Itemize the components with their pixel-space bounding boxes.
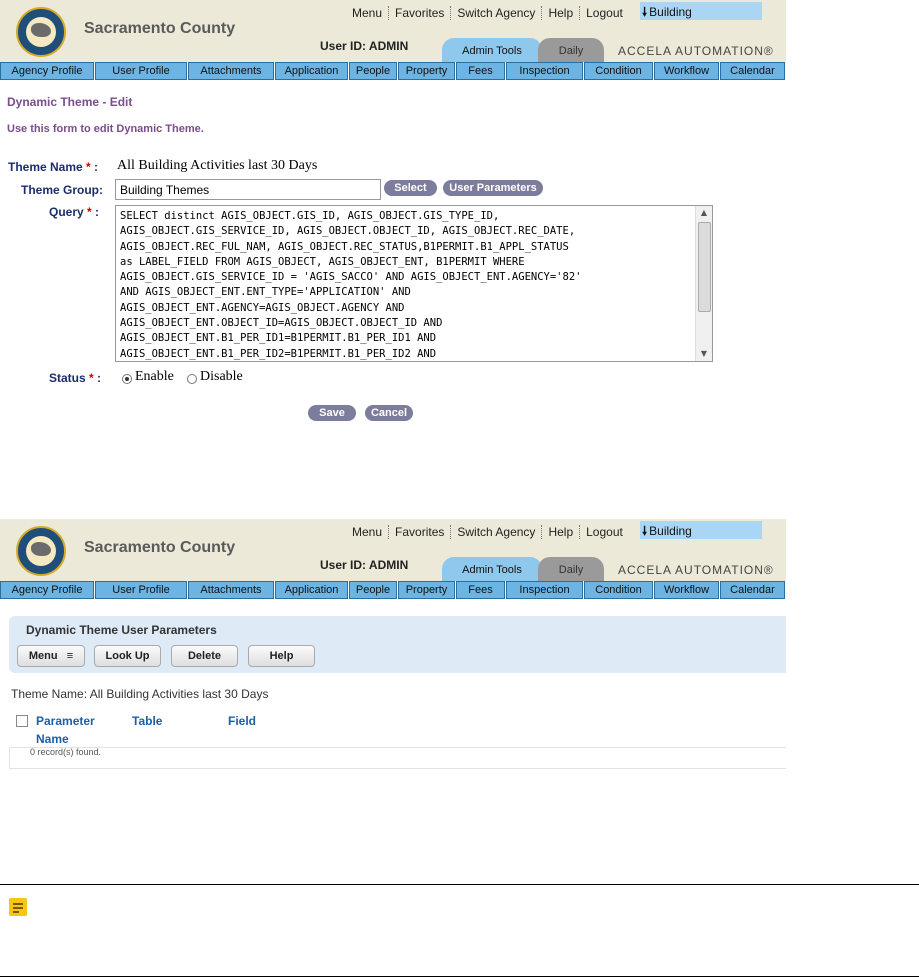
column-parameter[interactable]: Parameter <box>36 714 95 728</box>
user-id: User ID: ADMIN <box>320 558 409 572</box>
tab-daily[interactable]: Daily <box>538 557 604 581</box>
nav-user-profile[interactable]: User Profile <box>95 62 187 80</box>
favorites-link[interactable]: Favorites <box>389 6 452 20</box>
main-nav: Agency Profile User Profile Attachments … <box>0 581 786 599</box>
query-textarea[interactable]: SELECT distinct AGIS_OBJECT.GIS_ID, AGIS… <box>115 205 713 362</box>
nav-user-profile[interactable]: User Profile <box>95 581 187 599</box>
enable-radio[interactable] <box>122 374 132 384</box>
county-seal-logo <box>16 7 66 57</box>
top-menu: Menu Favorites Switch Agency Help Logout <box>346 4 629 22</box>
nav-workflow[interactable]: Workflow <box>654 62 719 80</box>
download-arrow-icon: 🠗 <box>642 524 648 538</box>
favorites-link[interactable]: Favorites <box>389 525 452 539</box>
theme-group-input[interactable]: Building Themes <box>115 179 381 200</box>
page-title: Dynamic Theme - Edit <box>7 95 133 109</box>
user-parameters-screenshot: Sacramento County Menu Favorites Switch … <box>0 519 786 771</box>
theme-name-label: Theme Name * : <box>8 160 99 174</box>
query-scrollbar[interactable]: ▲ ▼ <box>695 206 712 361</box>
nav-people[interactable]: People <box>349 62 397 80</box>
top-menu: Menu Favorites Switch Agency Help Logout <box>346 523 629 541</box>
main-nav: Agency Profile User Profile Attachments … <box>0 62 786 80</box>
app-header: Sacramento County Menu Favorites Switch … <box>0 0 786 62</box>
disable-label: Disable <box>200 369 243 384</box>
app-header: Sacramento County Menu Favorites Switch … <box>0 519 786 581</box>
nav-condition[interactable]: Condition <box>584 62 653 80</box>
theme-name-line: Theme Name: All Building Activities last… <box>11 687 269 701</box>
nav-attachments[interactable]: Attachments <box>188 581 274 599</box>
agency-label: Building <box>649 5 692 19</box>
note-top-rule <box>0 884 919 885</box>
nav-attachments[interactable]: Attachments <box>188 62 274 80</box>
nav-application[interactable]: Application <box>275 62 348 80</box>
tab-admin-tools[interactable]: Admin Tools <box>442 38 542 62</box>
tab-admin-tools[interactable]: Admin Tools <box>442 557 542 581</box>
nav-fees[interactable]: Fees <box>456 581 505 599</box>
disable-radio[interactable] <box>187 374 197 384</box>
nav-fees[interactable]: Fees <box>456 62 505 80</box>
theme-name-value: All Building Activities last 30 Days <box>117 158 318 173</box>
records-count: 0 record(s) found. <box>30 747 102 757</box>
delete-button[interactable]: Delete <box>171 645 238 667</box>
nav-agency-profile[interactable]: Agency Profile <box>0 62 94 80</box>
nav-property[interactable]: Property <box>398 62 455 80</box>
nav-application[interactable]: Application <box>275 581 348 599</box>
agency-label: Building <box>649 524 692 538</box>
page-description: Use this form to edit Dynamic Theme. <box>7 123 204 135</box>
nav-calendar[interactable]: Calendar <box>720 62 785 80</box>
menu-caret-icon: ≡ <box>66 650 74 662</box>
logout-link[interactable]: Logout <box>580 525 629 539</box>
switch-agency-link[interactable]: Switch Agency <box>451 525 543 539</box>
column-parameter-name[interactable]: Name <box>36 732 69 746</box>
status-label: Status * : <box>49 371 102 385</box>
lookup-button[interactable]: Look Up <box>94 645 161 667</box>
nav-inspection[interactable]: Inspection <box>506 62 583 80</box>
nav-inspection[interactable]: Inspection <box>506 581 583 599</box>
agency-selector[interactable]: 🠗 Building <box>640 521 762 539</box>
theme-edit-screenshot: Sacramento County Menu Favorites Switch … <box>0 0 786 425</box>
scroll-down-icon[interactable]: ▼ <box>696 347 712 361</box>
table-bottom-border <box>9 768 786 769</box>
select-all-checkbox[interactable] <box>16 715 28 727</box>
help-link[interactable]: Help <box>542 525 581 539</box>
accela-brand: ACCELA AUTOMATION® <box>618 563 774 577</box>
note-icon <box>9 898 27 916</box>
panel-title: Dynamic Theme User Parameters <box>26 623 217 637</box>
county-name: Sacramento County <box>84 20 236 37</box>
save-button[interactable]: Save <box>308 405 356 421</box>
menu-button-label: Menu <box>28 650 58 662</box>
user-parameters-button[interactable]: User Parameters <box>443 180 543 196</box>
nav-condition[interactable]: Condition <box>584 581 653 599</box>
user-id: User ID: ADMIN <box>320 39 409 53</box>
accela-brand: ACCELA AUTOMATION® <box>618 44 774 58</box>
county-seal-logo <box>16 526 66 576</box>
nav-people[interactable]: People <box>349 581 397 599</box>
table-header <box>9 704 786 748</box>
agency-selector[interactable]: 🠗 Building <box>640 2 762 20</box>
nav-property[interactable]: Property <box>398 581 455 599</box>
switch-agency-link[interactable]: Switch Agency <box>451 6 543 20</box>
scroll-thumb[interactable] <box>698 222 711 312</box>
county-name: Sacramento County <box>84 539 236 556</box>
menu-dropdown-button[interactable]: Menu ≡ <box>17 645 85 667</box>
nav-calendar[interactable]: Calendar <box>720 581 785 599</box>
logout-link[interactable]: Logout <box>580 6 629 20</box>
tab-daily[interactable]: Daily <box>538 38 604 62</box>
table-left-border <box>9 747 10 769</box>
column-field[interactable]: Field <box>228 714 256 728</box>
help-button[interactable]: Help <box>248 645 315 667</box>
cancel-button[interactable]: Cancel <box>365 405 413 421</box>
select-button[interactable]: Select <box>384 180 437 196</box>
column-table[interactable]: Table <box>132 714 162 728</box>
nav-agency-profile[interactable]: Agency Profile <box>0 581 94 599</box>
query-label: Query * : <box>49 205 100 219</box>
scroll-up-icon[interactable]: ▲ <box>696 206 712 220</box>
menu-link[interactable]: Menu <box>346 6 390 20</box>
menu-link[interactable]: Menu <box>346 525 390 539</box>
query-text: SELECT distinct AGIS_OBJECT.GIS_ID, AGIS… <box>120 210 582 360</box>
theme-group-label: Theme Group: <box>21 183 104 197</box>
download-arrow-icon: 🠗 <box>642 5 648 19</box>
enable-label: Enable <box>135 369 174 384</box>
nav-workflow[interactable]: Workflow <box>654 581 719 599</box>
help-link[interactable]: Help <box>542 6 581 20</box>
